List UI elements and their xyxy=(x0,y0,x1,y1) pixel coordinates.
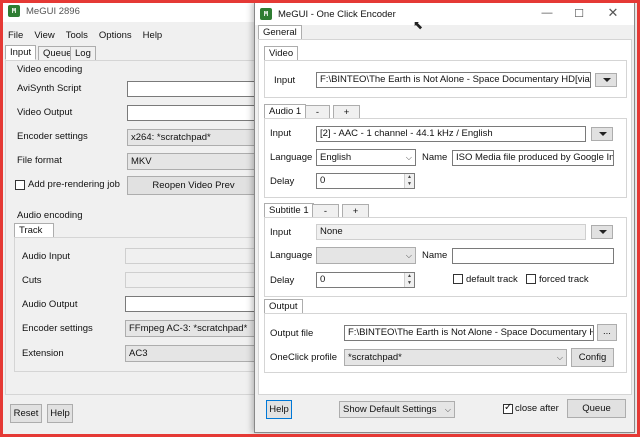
audio-input-field[interactable] xyxy=(125,248,260,264)
audio-delay-spinner[interactable]: 0 ▲ ▼ xyxy=(316,173,415,189)
oce-help-button[interactable]: Help xyxy=(266,400,292,419)
maximize-icon[interactable]: ☐ xyxy=(569,7,589,20)
extension-select[interactable]: AC3 xyxy=(125,345,260,362)
subtitle-delay-label: Delay xyxy=(270,275,295,286)
tab-general[interactable]: General xyxy=(258,25,302,40)
menu-tools[interactable]: Tools xyxy=(62,30,95,41)
main-titlebar: M MeGUI 2896 xyxy=(0,0,260,22)
spin-arrows-icon[interactable]: ▲ ▼ xyxy=(404,174,414,188)
audio-output-label: Audio Output xyxy=(22,299,78,310)
subtitle-delay-spinner[interactable]: 0 ▲ ▼ xyxy=(316,272,415,288)
subtitle-input-field[interactable]: None xyxy=(316,224,586,240)
audio-language-label: Language xyxy=(270,152,313,163)
reset-button[interactable]: Reset xyxy=(10,404,42,423)
one-click-encoder-window: M MeGUI - One Click Encoder — ☐ ✕ ⬉ Gene… xyxy=(254,2,635,433)
extension-label: Extension xyxy=(22,348,64,359)
output-file-field[interactable]: F:\BINTEO\The Earth is Not Alone - Space… xyxy=(344,325,594,341)
audio-language-value: English xyxy=(320,152,352,163)
oneclick-profile-label: OneClick profile xyxy=(270,352,338,363)
minimize-icon[interactable]: — xyxy=(537,7,557,19)
video-encoding-heading: Video encoding xyxy=(17,64,83,75)
browse-output-button[interactable]: ... xyxy=(597,324,617,341)
audio-delay-label: Delay xyxy=(270,176,295,187)
audio-input-label: Input xyxy=(270,128,292,139)
show-settings-select[interactable]: Show Default Settings ⌵ xyxy=(339,401,455,418)
audio-input-dropdown-button[interactable] xyxy=(591,127,613,141)
avisynth-label: AviSynth Script xyxy=(17,83,82,94)
audio-name-label: Name xyxy=(422,152,448,163)
audio-input-field[interactable]: [2] - AAC - 1 channel - 44.1 kHz / Engli… xyxy=(316,126,586,142)
subtitle-name-label: Name xyxy=(422,250,448,261)
oneclick-profile-value: *scratchpad* xyxy=(348,352,402,363)
video-output-input[interactable] xyxy=(127,105,260,121)
menu-help[interactable]: Help xyxy=(139,30,170,41)
output-file-label: Output file xyxy=(270,328,314,339)
menu-file[interactable]: File xyxy=(4,30,30,41)
audio-encoder-label: Encoder settings xyxy=(22,323,93,334)
video-input-label: Input xyxy=(274,75,296,86)
file-format-label: File format xyxy=(17,155,62,166)
oce-window-title: MeGUI - One Click Encoder xyxy=(278,8,396,20)
close-after-label: close after xyxy=(515,403,559,414)
video-output-label: Video Output xyxy=(17,107,73,118)
prerender-label: Add pre-rendering job xyxy=(28,179,120,190)
subtitle-1-tab[interactable]: Subtitle 1 xyxy=(264,203,314,218)
close-icon[interactable]: ✕ xyxy=(603,5,623,21)
forced-track-checkbox[interactable] xyxy=(526,274,536,284)
audio-output-field[interactable] xyxy=(125,296,260,312)
audio-encoder-select[interactable]: FFmpeg AC-3: *scratchpad* xyxy=(125,320,260,337)
spin-arrows-icon[interactable]: ▲ ▼ xyxy=(404,273,414,287)
tab-track-1[interactable]: Track 1 xyxy=(14,223,54,249)
oce-app-icon: M xyxy=(260,8,272,20)
audio-delay-value: 0 xyxy=(320,175,326,186)
main-menubar: File View Tools Options Help xyxy=(4,30,169,41)
output-tab: Output xyxy=(264,299,303,314)
main-window-title: MeGUI 2896 xyxy=(26,5,80,17)
oneclick-profile-select[interactable]: *scratchpad* ⌵ xyxy=(344,349,567,366)
default-track-label: default track xyxy=(466,274,518,285)
avisynth-input[interactable] xyxy=(127,81,260,97)
audio-language-select[interactable]: English ⌵ xyxy=(316,149,416,166)
audio-name-field[interactable]: ISO Media file produced by Google Inc. C xyxy=(452,150,614,166)
video-input-field[interactable]: F:\BINTEO\The Earth is Not Alone - Space… xyxy=(316,72,591,88)
subtitle-delay-value: 0 xyxy=(320,274,326,285)
chevron-down-icon: ⌵ xyxy=(405,251,412,260)
subtitle-input-dropdown-button[interactable] xyxy=(591,225,613,239)
video-input-dropdown-button[interactable] xyxy=(595,73,617,87)
forced-track-label: forced track xyxy=(539,274,589,285)
main-help-button[interactable]: Help xyxy=(47,404,73,423)
config-button[interactable]: Config xyxy=(571,348,614,367)
chevron-down-icon: ⌵ xyxy=(444,405,451,414)
audio-1-tab[interactable]: Audio 1 xyxy=(264,104,307,119)
subtitle-name-field[interactable] xyxy=(452,248,614,264)
close-after-checkbox[interactable] xyxy=(503,402,513,414)
subtitle-language-label: Language xyxy=(270,250,313,261)
file-format-select[interactable]: MKV xyxy=(127,153,260,170)
audio-encoding-heading: Audio encoding xyxy=(17,210,83,221)
queue-button[interactable]: Queue xyxy=(567,399,626,418)
cuts-label: Cuts xyxy=(22,275,42,286)
chevron-down-icon: ⌵ xyxy=(405,153,412,162)
video-group-tab: Video xyxy=(264,46,299,61)
menu-options[interactable]: Options xyxy=(95,30,139,41)
mouse-cursor-icon: ⬉ xyxy=(413,18,424,32)
encoder-settings-select[interactable]: x264: *scratchpad* xyxy=(127,129,260,146)
subtitle-language-select[interactable]: ⌵ xyxy=(316,247,416,264)
chevron-down-icon: ⌵ xyxy=(556,353,563,362)
tab-log[interactable]: Log xyxy=(70,46,96,61)
default-track-checkbox[interactable] xyxy=(453,274,463,284)
audio-input-label: Audio Input xyxy=(22,251,71,262)
megui-app-icon: M xyxy=(8,5,20,17)
tab-input[interactable]: Input xyxy=(5,45,37,60)
subtitle-input-label: Input xyxy=(270,227,292,238)
prerender-checkbox[interactable] xyxy=(15,180,25,190)
menu-view[interactable]: View xyxy=(30,30,61,41)
show-settings-value: Show Default Settings xyxy=(343,404,437,415)
cuts-field[interactable] xyxy=(125,272,260,288)
encoder-settings-label: Encoder settings xyxy=(17,131,88,142)
reopen-video-preview-button[interactable]: Reopen Video Prev xyxy=(127,176,260,195)
